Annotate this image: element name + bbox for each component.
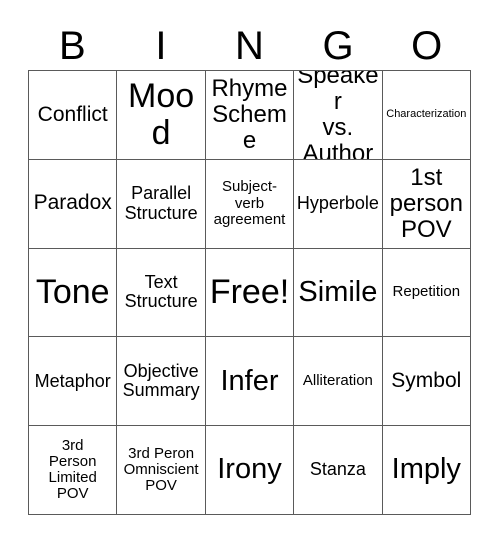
bingo-cell-label: 3rd Peron Omniscient POV xyxy=(123,444,199,495)
bingo-cell[interactable]: Simile xyxy=(294,248,383,338)
bingo-cell-label: Speaker vs. Author xyxy=(297,71,379,160)
bingo-cell-label: Simile xyxy=(298,275,378,308)
bingo-cell-label: Conflict xyxy=(37,102,108,126)
bingo-cell-label: Paradox xyxy=(33,191,112,215)
bingo-cell[interactable]: Subject- verb agreement xyxy=(205,159,295,249)
bingo-cell[interactable]: 3rd Person Limited POV xyxy=(29,426,118,515)
bingo-cell[interactable]: Mood xyxy=(117,71,206,160)
bingo-cell[interactable]: Parallel Structure xyxy=(117,159,206,249)
bingo-cell-label: Tone xyxy=(35,273,110,312)
bingo-cell[interactable]: Metaphor xyxy=(29,337,118,427)
bingo-cell-label: Hyperbole xyxy=(296,192,379,213)
bingo-grid: Conflict Mood Rhyme Scheme Speaker vs. A… xyxy=(28,70,471,515)
bingo-cell-label: Text Structure xyxy=(124,272,198,312)
bingo-cell[interactable]: Infer xyxy=(205,337,295,427)
header-letter-i: I xyxy=(155,24,167,68)
bingo-cell-label: Free! xyxy=(209,273,290,312)
bingo-cell-label: Characterization xyxy=(386,107,467,120)
bingo-cell-label: 3rd Person Limited POV xyxy=(48,436,97,503)
bingo-cell-label: Imply xyxy=(391,453,461,486)
bingo-header: B I N G O xyxy=(28,22,471,70)
bingo-cell-label: Rhyme Scheme xyxy=(211,75,288,154)
header-letter-o: O xyxy=(411,24,443,68)
bingo-cell-label: Infer xyxy=(220,364,279,397)
bingo-cell[interactable]: Tone xyxy=(29,248,118,338)
bingo-cell-free[interactable]: Free! xyxy=(205,248,295,338)
bingo-cell[interactable]: Speaker vs. Author xyxy=(294,71,383,160)
bingo-cell-label: Metaphor xyxy=(34,370,111,391)
bingo-cell[interactable]: 3rd Peron Omniscient POV xyxy=(117,426,206,515)
bingo-cell[interactable]: Symbol xyxy=(382,337,471,427)
bingo-cell[interactable]: Paradox xyxy=(29,159,118,249)
bingo-cell-label: Objective Summary xyxy=(122,360,200,401)
bingo-cell-label: Mood xyxy=(128,77,195,152)
bingo-cell-label: 1st person POV xyxy=(389,163,463,243)
bingo-cell-label: Irony xyxy=(217,453,282,486)
bingo-cell[interactable]: Alliteration xyxy=(294,337,383,427)
bingo-cell[interactable]: Irony xyxy=(205,426,295,515)
bingo-cell-label: Subject- verb agreement xyxy=(213,178,286,228)
bingo-cell[interactable]: Text Structure xyxy=(117,248,206,338)
bingo-cell-label: Symbol xyxy=(391,368,462,392)
bingo-cell[interactable]: Imply xyxy=(382,426,471,515)
bingo-cell[interactable]: Repetition xyxy=(382,248,471,338)
bingo-cell[interactable]: Stanza xyxy=(294,426,383,515)
header-letter-b: B xyxy=(58,24,86,68)
bingo-cell-label: Stanza xyxy=(309,459,366,480)
bingo-cell[interactable]: 1st person POV xyxy=(382,159,471,249)
bingo-card: B I N G O Conflict Mood Rhyme Scheme Spe… xyxy=(0,0,500,544)
bingo-cell-label: Parallel Structure xyxy=(124,183,198,223)
bingo-cell[interactable]: Hyperbole xyxy=(294,159,383,249)
bingo-cell[interactable]: Objective Summary xyxy=(117,337,206,427)
bingo-cell[interactable]: Rhyme Scheme xyxy=(205,71,295,160)
bingo-cell[interactable]: Conflict xyxy=(29,71,118,160)
bingo-cell[interactable]: Characterization xyxy=(382,71,471,160)
bingo-cell-label: Repetition xyxy=(392,283,461,301)
header-letter-g: G xyxy=(322,24,354,68)
header-letter-n: N xyxy=(235,24,264,68)
bingo-cell-label: Alliteration xyxy=(302,372,373,390)
